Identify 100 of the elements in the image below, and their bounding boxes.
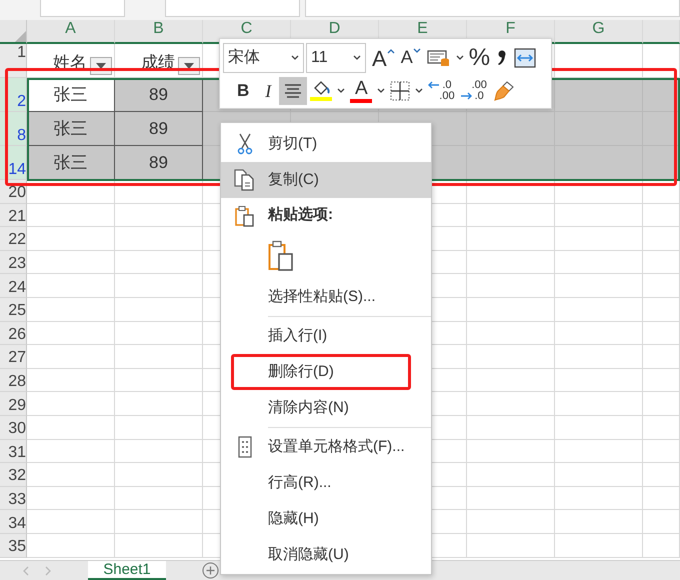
menu-heading: 粘贴选项:	[268, 205, 333, 226]
column-header[interactable]: A	[27, 20, 115, 44]
table-cell: 89	[115, 112, 203, 146]
align-center-icon	[284, 82, 302, 98]
table-cell	[643, 463, 680, 487]
row-header[interactable]: 32	[0, 463, 27, 487]
table-cell	[643, 368, 680, 392]
table-cell	[643, 510, 680, 534]
column-header[interactable]: G	[555, 20, 643, 44]
align-center-button[interactable]	[279, 76, 308, 104]
font-color-button[interactable]: A	[347, 76, 376, 104]
corner-triangle-icon	[14, 30, 26, 42]
paintbrush-icon	[492, 80, 515, 100]
shrink-font-button[interactable]: A	[398, 44, 424, 72]
caret-icon	[96, 63, 106, 69]
caret-icon	[415, 88, 424, 93]
paste-option-button[interactable]	[268, 240, 294, 272]
format-cells-icon	[238, 436, 252, 458]
percent-button[interactable]: %	[466, 44, 494, 72]
table-cell	[643, 322, 680, 346]
table-cell	[643, 345, 680, 369]
clipboard-icon	[268, 240, 294, 272]
arrow-right-icon	[460, 92, 472, 100]
table-cell	[643, 440, 680, 464]
menu-item[interactable]: 复制(C)	[221, 162, 431, 198]
row-header[interactable]: 1	[0, 44, 27, 78]
table-cell: 89	[115, 146, 203, 180]
comma-icon	[496, 48, 508, 66]
scissors-icon	[236, 133, 252, 155]
table-cell	[643, 250, 680, 274]
row-header[interactable]: 29	[0, 392, 27, 416]
input-field[interactable]	[40, 0, 125, 17]
increase-decimal-button[interactable]: .0 .00	[425, 76, 458, 104]
arrow-left-icon	[428, 81, 440, 89]
menu-item[interactable]: 删除行(D)	[221, 354, 431, 390]
table-cell	[643, 180, 680, 204]
clipboard-icon	[234, 204, 254, 226]
table-cell: 张三	[27, 146, 115, 180]
table-cell	[643, 274, 680, 298]
row-header[interactable]: 22	[0, 227, 27, 251]
decimal-label: .00	[472, 80, 487, 90]
column-header[interactable]: B	[115, 20, 203, 44]
caret-icon	[291, 55, 299, 60]
decimal-label: .00	[439, 90, 455, 102]
row-header[interactable]: 34	[0, 510, 27, 534]
decrease-decimal-button[interactable]: .00 .0	[458, 76, 490, 104]
menu-item[interactable]: 取消隐藏(U)	[221, 537, 431, 573]
table-cell	[643, 298, 680, 322]
row-header[interactable]: 25	[0, 298, 27, 322]
plus-circle-icon	[202, 562, 219, 579]
row-header[interactable]: 27	[0, 345, 27, 369]
caret-icon	[412, 48, 421, 54]
menu-item[interactable]: 选择性粘贴(S)...	[221, 279, 431, 315]
decimal-label: .0	[441, 80, 453, 90]
menu-item[interactable]: 行高(R)...	[221, 465, 431, 501]
input-field[interactable]	[305, 0, 680, 17]
caret-icon	[184, 63, 194, 69]
menu-item[interactable]: 剪切(T)	[221, 126, 431, 162]
input-field[interactable]	[165, 0, 300, 17]
decimal-label: .0	[474, 90, 485, 102]
cell-styles-icon	[426, 48, 451, 68]
row-header[interactable]: 23	[0, 250, 27, 274]
row-header[interactable]: 33	[0, 486, 27, 510]
font-name-dropdown[interactable]: 宋体	[223, 42, 304, 72]
table-cell: 张三	[27, 112, 115, 146]
menu-item[interactable]: 插入行(I)	[221, 318, 431, 354]
row-header[interactable]: 21	[0, 204, 27, 228]
caret-up-icon	[386, 48, 395, 54]
menu-item[interactable]: 设置单元格格式(F)...	[221, 429, 431, 465]
italic-button[interactable]: I	[257, 76, 280, 104]
row-header[interactable]: 31	[0, 440, 27, 464]
caret-icon	[456, 55, 464, 60]
row-header[interactable]: 26	[0, 322, 27, 346]
menu-item[interactable]: 清除内容(N)	[221, 390, 431, 426]
table-cell	[643, 227, 680, 251]
sheet-nav-arrows-icon	[22, 566, 52, 576]
select-all-button[interactable]	[0, 20, 27, 44]
row-header[interactable]: 24	[0, 274, 27, 298]
menu-item[interactable]: 隐藏(H)	[221, 501, 431, 537]
column-header[interactable]	[643, 20, 680, 44]
grow-font-button[interactable]: A	[369, 44, 398, 72]
bold-button[interactable]: B	[229, 76, 258, 104]
row-header[interactable]: 28	[0, 368, 27, 392]
caret-icon	[353, 55, 361, 60]
table-cell	[643, 534, 680, 558]
caret-icon	[337, 88, 346, 93]
table-cell	[643, 44, 680, 78]
font-size-dropdown[interactable]: 11	[306, 42, 366, 72]
row-header[interactable]: 30	[0, 416, 27, 440]
table-cell	[643, 204, 680, 228]
table-cell	[643, 486, 680, 510]
table-cell: 89	[115, 78, 203, 112]
sheet-tab[interactable]: Sheet1	[88, 561, 166, 580]
copy-icon	[234, 169, 256, 191]
add-sheet-button[interactable]	[202, 561, 219, 580]
table-cell	[643, 416, 680, 440]
row-header[interactable]: 35	[0, 534, 27, 558]
wrap-text-icon	[514, 48, 536, 68]
table-cell	[643, 392, 680, 416]
borders-icon	[390, 80, 410, 100]
